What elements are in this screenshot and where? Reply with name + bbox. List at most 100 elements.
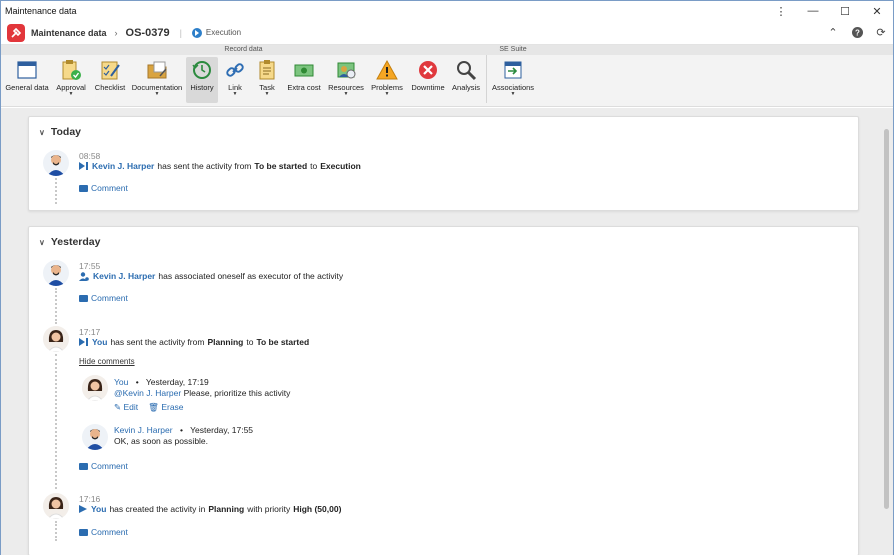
user-link[interactable]: Kevin J. Harper (93, 271, 155, 281)
link-icon (226, 63, 244, 77)
trash-icon: 🗑 (148, 402, 159, 412)
comment-actions: ✎ Edit 🗑 Erase (114, 402, 184, 413)
link-button[interactable]: Link ▼ (221, 57, 249, 103)
help-icon[interactable]: ? (851, 27, 863, 39)
dropdown-caret-icon: ▼ (343, 91, 349, 97)
money-icon (294, 64, 314, 77)
section-title: Today (50, 126, 82, 138)
activity-text: has created the activity in (109, 504, 206, 514)
window-icon (17, 61, 37, 79)
status-badge: Execution (191, 27, 242, 38)
close-button[interactable]: ✕ (861, 1, 893, 21)
to-state: To be started (256, 337, 310, 347)
play-icon (191, 27, 202, 38)
section-today: ∨ Today 08:58 Kevin J. Harper has sent t… (28, 116, 859, 211)
comment-button[interactable]: Comment (79, 461, 128, 471)
comment-author[interactable]: You (114, 377, 128, 387)
magnifier-icon (457, 61, 477, 81)
analysis-button[interactable]: Analysis (450, 57, 482, 103)
avatar (43, 260, 69, 286)
erase-button[interactable]: 🗑 Erase (148, 402, 183, 413)
history-icon (192, 61, 211, 79)
resources-icon (337, 62, 356, 79)
timestamp: 17:17 (79, 327, 101, 337)
refresh-icon[interactable]: ⟳ (875, 27, 887, 39)
activity-text: to (246, 337, 254, 347)
section-yesterday: ∨ Yesterday 17:55 Kevin J. Harper has as… (28, 226, 859, 555)
task-button[interactable]: Task ▼ (253, 57, 281, 103)
comment-time: Yesterday, 17:55 (190, 425, 254, 435)
bullet: • (135, 377, 139, 387)
comment-time: Yesterday, 17:19 (145, 377, 209, 387)
dropdown-caret-icon: ▼ (264, 91, 270, 97)
svg-text:?: ? (855, 28, 860, 37)
comment-author[interactable]: Kevin J. Harper (114, 425, 173, 435)
pencil-icon: ✎ (114, 402, 122, 412)
timestamp: 08:58 (79, 151, 101, 161)
title-bar: Maintenance data ⋮ — ☐ ✕ (1, 1, 893, 21)
breadcrumb-root[interactable]: Maintenance data (31, 28, 107, 38)
associations-button[interactable]: Associations ▼ (490, 57, 536, 103)
comment-meta: Kevin J. Harper • Yesterday, 17:55 (114, 425, 253, 435)
chevron-down-icon: ∨ (39, 237, 45, 247)
documentation-button[interactable]: Documentation ▼ (131, 57, 183, 103)
timeline-connector (55, 521, 57, 541)
extra-cost-button[interactable]: Extra cost (285, 57, 323, 103)
section-header[interactable]: ∨ Today (39, 126, 81, 138)
mention-link[interactable]: @Kevin J. Harper (114, 388, 181, 398)
history-button[interactable]: History (186, 57, 218, 103)
comment-button[interactable]: Comment (79, 183, 128, 193)
checklist-label: Checklist (94, 83, 126, 92)
avatar (43, 150, 69, 176)
resources-button[interactable]: Resources ▼ (326, 57, 366, 103)
checklist-button[interactable]: Checklist (92, 57, 128, 103)
comment-label: Comment (91, 527, 128, 537)
comment-button[interactable]: Comment (79, 293, 128, 303)
vertical-scrollbar[interactable] (884, 129, 889, 509)
section-title: Yesterday (50, 236, 101, 248)
folder-icon (147, 61, 167, 79)
send-activity-icon (79, 338, 88, 346)
general-data-label: General data (5, 83, 49, 92)
analysis-label: Analysis (452, 83, 480, 92)
user-link[interactable]: You (91, 504, 106, 514)
comment-icon (79, 294, 88, 302)
erase-label: Erase (161, 402, 184, 412)
group-label-record-data: Record data (224, 46, 263, 53)
activity-text: to (310, 161, 318, 171)
maximize-button[interactable]: ☐ (829, 1, 861, 21)
app-window: Maintenance data ⋮ — ☐ ✕ Maintenance dat… (0, 0, 894, 555)
approval-button[interactable]: Approval ▼ (53, 57, 89, 103)
comment-button[interactable]: Comment (79, 527, 128, 537)
send-activity-icon (79, 162, 88, 170)
comment-label: Comment (91, 293, 128, 303)
edit-button[interactable]: ✎ Edit (114, 402, 138, 413)
avatar (43, 326, 69, 352)
avatar (82, 424, 108, 450)
extra-cost-label: Extra cost (287, 83, 321, 92)
warning-icon (376, 59, 398, 80)
hide-comments-link[interactable]: Hide comments (79, 357, 135, 366)
timestamp: 17:55 (79, 261, 101, 271)
comment-body: Please, prioritize this activity (183, 388, 291, 398)
activity-text: with priority (247, 504, 291, 514)
minimize-button[interactable]: — (797, 1, 829, 21)
comment-icon (79, 462, 88, 470)
section-header[interactable]: ∨ Yesterday (39, 236, 100, 248)
problems-button[interactable]: Problems ▼ (369, 57, 405, 103)
comment-label: Comment (91, 461, 128, 471)
more-icon[interactable]: ⋮ (765, 1, 797, 21)
history-content: ∨ Today 08:58 Kevin J. Harper has sent t… (1, 108, 893, 555)
activity-line: Kevin J. Harper has associated oneself a… (79, 271, 343, 281)
downtime-button[interactable]: Downtime (409, 57, 447, 103)
status-label: Execution (205, 28, 242, 37)
dropdown-caret-icon: ▼ (510, 91, 516, 97)
collapse-up-icon[interactable]: ⌃ (827, 27, 839, 39)
comment-icon (79, 184, 88, 192)
ribbon-separator (486, 55, 487, 103)
activity-text: has sent the activity from (110, 337, 205, 347)
user-link[interactable]: You (92, 337, 107, 347)
general-data-button[interactable]: General data (5, 57, 49, 103)
timeline-connector (55, 288, 57, 324)
user-link[interactable]: Kevin J. Harper (92, 161, 154, 171)
